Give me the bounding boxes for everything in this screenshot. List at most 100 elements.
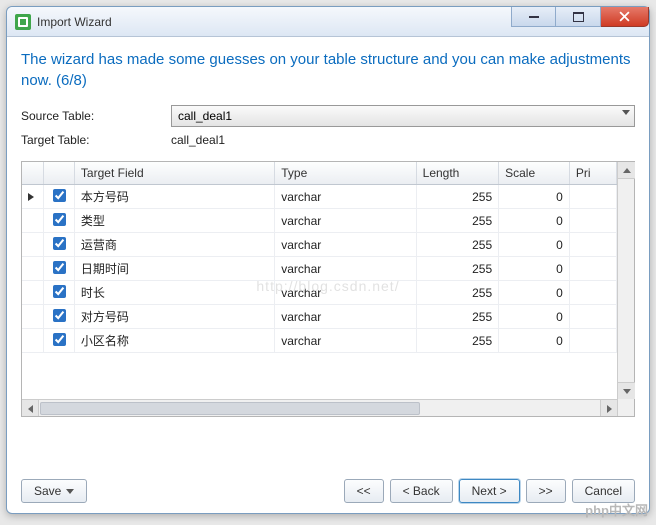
- cell-type[interactable]: varchar: [275, 209, 416, 233]
- cell-type[interactable]: varchar: [275, 305, 416, 329]
- col-check: [44, 162, 75, 185]
- cell-length[interactable]: 255: [416, 281, 498, 305]
- target-table-label: Target Table:: [21, 133, 171, 147]
- arrow-up-icon: [623, 168, 631, 173]
- save-button[interactable]: Save: [21, 479, 87, 503]
- cell-target-field[interactable]: 小区名称: [74, 329, 274, 353]
- cell-scale[interactable]: 0: [499, 233, 570, 257]
- table-row[interactable]: 类型varchar2550: [22, 209, 617, 233]
- scroll-right-button[interactable]: [600, 400, 617, 416]
- row-checkbox[interactable]: [53, 237, 66, 250]
- row-checkbox[interactable]: [53, 189, 66, 202]
- col-length[interactable]: Length: [416, 162, 498, 185]
- cell-target-field[interactable]: 对方号码: [74, 305, 274, 329]
- close-icon: [619, 11, 630, 22]
- cell-primary[interactable]: [569, 329, 616, 353]
- window-title: Import Wizard: [37, 15, 112, 29]
- cell-primary[interactable]: [569, 185, 616, 209]
- table-row[interactable]: 小区名称varchar2550: [22, 329, 617, 353]
- chevron-down-icon: [66, 489, 74, 494]
- table-row[interactable]: 日期时间varchar2550: [22, 257, 617, 281]
- save-button-label: Save: [34, 484, 61, 498]
- scroll-up-button[interactable]: [618, 162, 635, 179]
- arrow-down-icon: [623, 389, 631, 394]
- window-controls: [511, 7, 649, 27]
- footer: Save << < Back Next > >> Cancel: [21, 469, 635, 503]
- cell-primary[interactable]: [569, 305, 616, 329]
- col-marker: [22, 162, 44, 185]
- row-checkbox[interactable]: [53, 333, 66, 346]
- first-button[interactable]: <<: [344, 479, 384, 503]
- col-target-field[interactable]: Target Field: [74, 162, 274, 185]
- cell-target-field[interactable]: 类型: [74, 209, 274, 233]
- table-row[interactable]: 时长varchar2550: [22, 281, 617, 305]
- chevron-down-icon: [622, 110, 630, 115]
- next-button[interactable]: Next >: [459, 479, 520, 503]
- cell-length[interactable]: 255: [416, 185, 498, 209]
- cell-scale[interactable]: 0: [499, 209, 570, 233]
- titlebar: Import Wizard: [7, 7, 649, 37]
- row-checkbox[interactable]: [53, 213, 66, 226]
- cancel-button[interactable]: Cancel: [572, 479, 635, 503]
- close-button[interactable]: [601, 7, 649, 27]
- cell-length[interactable]: 255: [416, 233, 498, 257]
- row-checkbox[interactable]: [53, 261, 66, 274]
- row-checkbox[interactable]: [53, 285, 66, 298]
- grid-header-row: Target Field Type Length Scale Pri: [22, 162, 617, 185]
- source-table-label: Source Table:: [21, 109, 171, 123]
- arrow-left-icon: [28, 405, 33, 413]
- target-table-row: Target Table: call_deal1: [21, 133, 635, 147]
- cell-primary[interactable]: [569, 209, 616, 233]
- content-area: The wizard has made some guesses on your…: [7, 37, 649, 513]
- field-grid: Target Field Type Length Scale Pri 本方号码v…: [21, 161, 635, 417]
- source-table-value: call_deal1: [178, 109, 232, 123]
- cell-length[interactable]: 255: [416, 257, 498, 281]
- cell-scale[interactable]: 0: [499, 185, 570, 209]
- wizard-heading: The wizard has made some guesses on your…: [21, 49, 635, 91]
- col-scale[interactable]: Scale: [499, 162, 570, 185]
- cell-type[interactable]: varchar: [275, 281, 416, 305]
- import-wizard-window: Import Wizard The wizard has made some g…: [6, 6, 650, 514]
- cell-type[interactable]: varchar: [275, 233, 416, 257]
- current-row-marker-icon: [28, 193, 34, 201]
- col-primary[interactable]: Pri: [569, 162, 616, 185]
- cell-type[interactable]: varchar: [275, 185, 416, 209]
- cell-length[interactable]: 255: [416, 209, 498, 233]
- cell-type[interactable]: varchar: [275, 329, 416, 353]
- vertical-scrollbar[interactable]: [617, 162, 634, 416]
- cell-scale[interactable]: 0: [499, 257, 570, 281]
- cell-target-field[interactable]: 本方号码: [74, 185, 274, 209]
- maximize-button[interactable]: [556, 7, 601, 27]
- source-table-select[interactable]: call_deal1: [171, 105, 635, 127]
- cell-target-field[interactable]: 运营商: [74, 233, 274, 257]
- back-button[interactable]: < Back: [390, 479, 453, 503]
- cell-primary[interactable]: [569, 257, 616, 281]
- scroll-thumb[interactable]: [40, 402, 420, 415]
- scroll-left-button[interactable]: [22, 400, 39, 416]
- cell-target-field[interactable]: 时长: [74, 281, 274, 305]
- table-row[interactable]: 对方号码varchar2550: [22, 305, 617, 329]
- cell-scale[interactable]: 0: [499, 281, 570, 305]
- grid-scroll: Target Field Type Length Scale Pri 本方号码v…: [22, 162, 617, 416]
- horizontal-scrollbar[interactable]: [22, 399, 617, 416]
- last-button[interactable]: >>: [526, 479, 566, 503]
- cell-primary[interactable]: [569, 233, 616, 257]
- app-icon: [15, 14, 31, 30]
- arrow-right-icon: [607, 405, 612, 413]
- cell-scale[interactable]: 0: [499, 305, 570, 329]
- grid-table: Target Field Type Length Scale Pri 本方号码v…: [22, 162, 617, 353]
- source-table-row: Source Table: call_deal1: [21, 105, 635, 127]
- row-checkbox[interactable]: [53, 309, 66, 322]
- cell-scale[interactable]: 0: [499, 329, 570, 353]
- cell-primary[interactable]: [569, 281, 616, 305]
- minimize-button[interactable]: [511, 7, 556, 27]
- cell-target-field[interactable]: 日期时间: [74, 257, 274, 281]
- cell-length[interactable]: 255: [416, 305, 498, 329]
- table-row[interactable]: 运营商varchar2550: [22, 233, 617, 257]
- scroll-down-button[interactable]: [618, 382, 635, 399]
- col-type[interactable]: Type: [275, 162, 416, 185]
- target-table-value: call_deal1: [171, 133, 225, 147]
- cell-length[interactable]: 255: [416, 329, 498, 353]
- table-row[interactable]: 本方号码varchar2550: [22, 185, 617, 209]
- cell-type[interactable]: varchar: [275, 257, 416, 281]
